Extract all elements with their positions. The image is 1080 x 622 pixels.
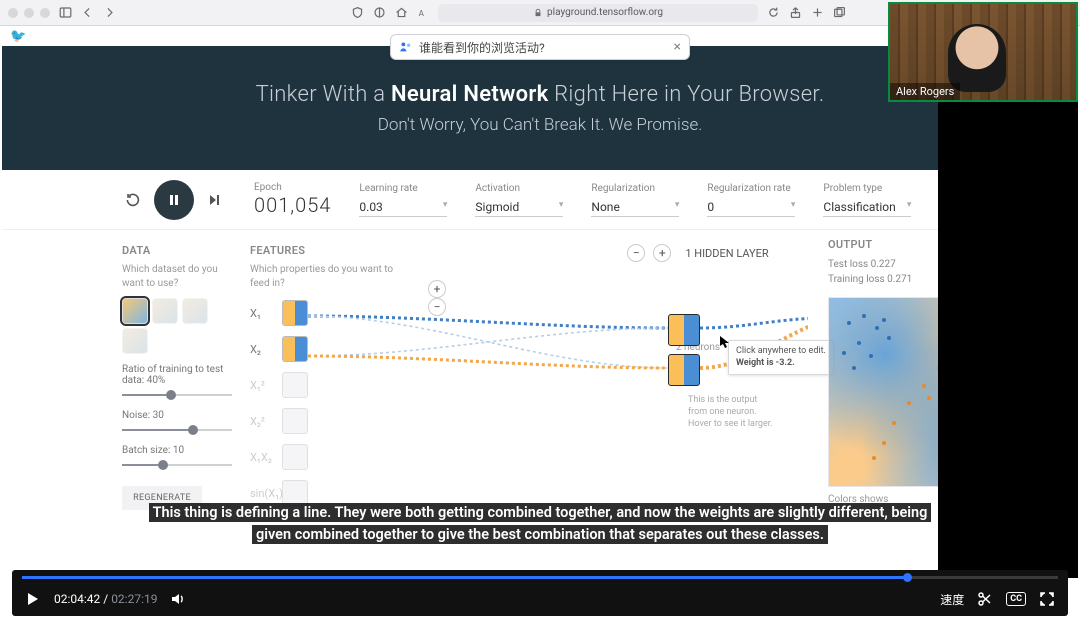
cursor-icon [720, 336, 732, 348]
volume-icon[interactable] [169, 590, 187, 608]
presenter-name: Alex Rogers [890, 83, 960, 100]
video-progress[interactable] [22, 576, 1058, 579]
ratio-label: Ratio of training to test data: 40% [122, 364, 232, 386]
feature-x1sq[interactable]: X₁² [250, 372, 410, 398]
data-help: Which dataset do you want to use? [122, 263, 232, 290]
feature-x1x2[interactable]: X₁X₂ [250, 444, 410, 470]
features-header: FEATURES [250, 244, 410, 257]
dataset-gaussian[interactable] [122, 298, 148, 324]
control-bar: Epoch 001,054 Learning rate0.03 Activati… [2, 170, 1078, 230]
share-icon[interactable] [788, 6, 802, 20]
subtitle-caption: This thing is defining a line. They were… [12, 502, 1068, 547]
captions-button[interactable]: CC [1006, 592, 1026, 606]
video-play-button[interactable] [24, 590, 42, 608]
neuron-hint: This is the output from one neuron. Hove… [688, 394, 778, 430]
param-problem-type[interactable]: Problem typeClassification [823, 183, 911, 217]
video-time: 02:04:42 / 02:27:19 [54, 592, 157, 606]
step-button[interactable] [204, 189, 226, 211]
sidebar-icon[interactable] [58, 6, 72, 20]
param-learning-rate[interactable]: Learning rate0.03 [359, 183, 447, 217]
lock-icon [533, 8, 543, 18]
home-icon[interactable] [394, 6, 408, 20]
param-activation[interactable]: ActivationSigmoid [475, 183, 563, 217]
noise-slider[interactable] [122, 423, 232, 437]
features-help: Which properties do you want to feed in? [250, 263, 410, 290]
new-tab-icon[interactable] [810, 6, 824, 20]
tabs-icon[interactable] [832, 6, 846, 20]
window-controls[interactable] [8, 8, 50, 18]
reset-button[interactable] [122, 189, 144, 211]
dataset-option[interactable] [182, 298, 208, 324]
speed-button[interactable]: 速度 [940, 591, 964, 608]
data-column: DATA Which dataset do you want to use? R… [122, 244, 232, 516]
network-area: − + 1 HIDDEN LAYER + − 2 neurons Click a [428, 244, 968, 516]
webcam-thumbnail[interactable]: Alex Rogers [888, 2, 1078, 102]
text-size-icon[interactable]: A [416, 6, 430, 20]
hidden-neuron-2[interactable] [668, 354, 700, 386]
shield-icon[interactable] [350, 6, 364, 20]
remove-neuron-button[interactable]: − [428, 298, 446, 316]
hidden-layers-label: 1 HIDDEN LAYER [685, 247, 768, 260]
batch-slider[interactable] [122, 458, 232, 472]
contrast-icon[interactable] [372, 6, 386, 20]
fullscreen-icon[interactable] [1038, 590, 1056, 608]
dataset-option[interactable] [122, 328, 148, 354]
privacy-bubble[interactable]: 谁能看到你的浏览活动? × [390, 34, 690, 60]
feature-x2[interactable]: X₂ [250, 336, 410, 362]
hidden-neuron-1[interactable] [668, 314, 700, 346]
ratio-slider[interactable] [122, 388, 232, 402]
feature-x2sq[interactable]: X₂² [250, 408, 410, 434]
noise-label: Noise: 30 [122, 410, 232, 421]
address-text: playground.tensorflow.org [547, 7, 663, 18]
svg-text:A: A [418, 8, 424, 18]
add-neuron-button[interactable]: + [428, 280, 446, 298]
people-icon [399, 40, 413, 54]
batch-label: Batch size: 10 [122, 445, 232, 456]
add-layer-button[interactable]: + [653, 244, 671, 262]
presenter-face [948, 24, 1006, 92]
play-pause-button[interactable] [154, 180, 194, 220]
dataset-option[interactable] [152, 298, 178, 324]
forward-icon[interactable] [102, 6, 116, 20]
clip-icon[interactable] [976, 590, 994, 608]
hero-title: Tinker With a Neural Network Right Here … [256, 82, 825, 107]
epoch-display: Epoch 001,054 [254, 182, 331, 217]
param-regularization[interactable]: RegularizationNone [591, 183, 679, 217]
feature-x1[interactable]: X₁ [250, 300, 410, 326]
features-column: FEATURES Which properties do you want to… [250, 244, 410, 516]
remove-layer-button[interactable]: − [627, 244, 645, 262]
bubble-text: 谁能看到你的浏览活动? [419, 39, 545, 56]
reload-icon[interactable] [766, 6, 780, 20]
back-icon[interactable] [80, 6, 94, 20]
param-reg-rate[interactable]: Regularization rate0 [707, 183, 795, 217]
video-controls: 02:04:42 / 02:27:19 速度 CC [12, 570, 1068, 616]
address-bar[interactable]: playground.tensorflow.org [438, 4, 758, 22]
twitter-icon[interactable]: 🐦 [10, 29, 26, 44]
data-header: DATA [122, 244, 232, 257]
hero-subtitle: Don't Worry, You Can't Break It. We Prom… [378, 115, 703, 135]
close-icon[interactable]: × [674, 39, 681, 55]
weight-tooltip: Click anywhere to edit. Weight is -3.2. [728, 340, 834, 375]
